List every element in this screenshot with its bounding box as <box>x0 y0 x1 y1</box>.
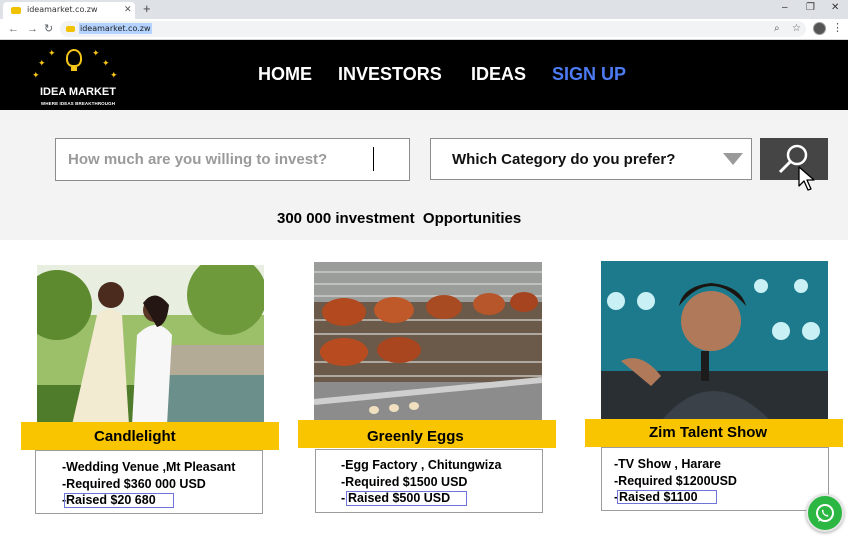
card-banner: Zim Talent Show <box>585 419 843 447</box>
sparkle-icon: ✦ <box>110 70 118 80</box>
card-title[interactable]: Zim Talent Show <box>649 424 767 441</box>
card-banner: Greenly Eggs <box>298 420 556 448</box>
card-title[interactable]: Greenly Eggs <box>367 428 464 445</box>
poultry-photo[interactable] <box>314 262 542 422</box>
bookmark-star-icon[interactable]: ☆ <box>792 22 801 36</box>
whatsapp-icon <box>816 504 834 522</box>
site-info-icon[interactable] <box>66 26 75 32</box>
address-url[interactable]: ideamarket.co.zw <box>79 23 152 34</box>
search-button[interactable] <box>760 138 828 180</box>
raised-amount-box: Raised $20 680 <box>64 493 174 508</box>
browser-tab-bar: ideamarket.co.zw ✕ + – ❐ ✕ <box>0 0 848 19</box>
category-dropdown-label: Which Category do you prefer? <box>452 151 676 168</box>
sparkle-icon: ✦ <box>32 70 40 80</box>
back-icon[interactable]: ← <box>8 22 19 36</box>
card-dash: - <box>341 491 346 505</box>
lightbulb-icon <box>66 49 82 71</box>
zoom-search-icon[interactable]: ⌕ <box>774 22 780 36</box>
card-location: -Egg Factory , Chitungwiza <box>341 458 502 472</box>
singer-photo[interactable] <box>601 261 828 421</box>
nav-investors[interactable]: INVESTORS <box>338 64 442 84</box>
close-tab-icon[interactable]: ✕ <box>124 4 132 15</box>
invest-amount-field[interactable] <box>55 138 410 181</box>
restore-icon[interactable]: ❐ <box>806 2 815 14</box>
card-raised: Raised $500 USD <box>348 491 451 505</box>
address-bar[interactable]: ideamarket.co.zw ⌕ ☆ <box>60 21 806 37</box>
card-banner: Candlelight <box>21 422 279 450</box>
sparkle-icon: ✦ <box>92 48 100 58</box>
nav-ideas[interactable]: IDEAS <box>471 64 526 84</box>
raised-amount-box: Raised $500 USD <box>346 491 467 506</box>
sparkle-icon: ✦ <box>102 58 110 68</box>
card-raised: Raised $1100 <box>619 490 698 504</box>
mouse-pointer-icon <box>798 166 815 191</box>
wedding-photo[interactable] <box>37 265 264 425</box>
card-required: -Required $1200USD <box>614 474 737 488</box>
window-close-icon[interactable]: ✕ <box>831 2 839 14</box>
category-dropdown[interactable]: Which Category do you prefer? <box>430 138 752 180</box>
profile-avatar[interactable] <box>813 22 826 35</box>
card-details: -Wedding Venue ,Mt Pleasant -Required $3… <box>35 450 263 514</box>
card-title[interactable]: Candlelight <box>94 428 176 445</box>
invest-amount-input[interactable] <box>56 139 409 180</box>
forward-icon[interactable]: → <box>27 22 38 36</box>
card-location: -Wedding Venue ,Mt Pleasant <box>62 460 236 474</box>
nav-home[interactable]: HOME <box>258 64 312 84</box>
nav-sign-up[interactable]: SIGN UP <box>552 64 626 84</box>
browser-toolbar: ← → ↻ ideamarket.co.zw ⌕ ☆ ⋮ <box>0 19 848 40</box>
text-caret <box>373 147 374 171</box>
tab-title: ideamarket.co.zw <box>27 5 98 14</box>
whatsapp-chat-button[interactable] <box>806 494 844 532</box>
card-raised: Raised $20 680 <box>66 493 156 507</box>
browser-tab[interactable]: ideamarket.co.zw ✕ <box>3 2 135 19</box>
card-location: -TV Show , Harare <box>614 457 721 471</box>
sparkle-icon: ✦ <box>48 48 56 58</box>
card-details: -TV Show , Harare -Required $1200USD - R… <box>601 447 829 511</box>
card-required: -Required $1500 USD <box>341 475 468 489</box>
reload-icon[interactable]: ↻ <box>44 22 53 36</box>
raised-amount-box: Raised $1100 <box>617 490 717 504</box>
card-required: -Required $360 000 USD <box>62 477 206 491</box>
opportunities-text: 300 000 investment Opportunities <box>277 210 522 227</box>
logo-tagline: WHERE IDEAS BREAKTHROUGH <box>40 101 116 106</box>
minimize-icon[interactable]: – <box>782 2 788 14</box>
site-logo[interactable]: ✦ ✦ ✦ ✦ ✦ ✦ IDEA MARKET WHERE IDEAS BREA… <box>28 45 128 107</box>
sparkle-icon: ✦ <box>38 58 46 68</box>
logo-title: IDEA MARKET <box>40 86 116 98</box>
browser-menu-icon[interactable]: ⋮ <box>832 21 843 35</box>
card-details: -Egg Factory , Chitungwiza -Required $15… <box>315 449 543 513</box>
site-header: ✦ ✦ ✦ ✦ ✦ ✦ IDEA MARKET WHERE IDEAS BREA… <box>0 40 848 110</box>
site-favicon-icon <box>11 7 21 14</box>
new-tab-icon[interactable]: + <box>143 2 151 16</box>
chevron-down-icon <box>723 153 743 165</box>
